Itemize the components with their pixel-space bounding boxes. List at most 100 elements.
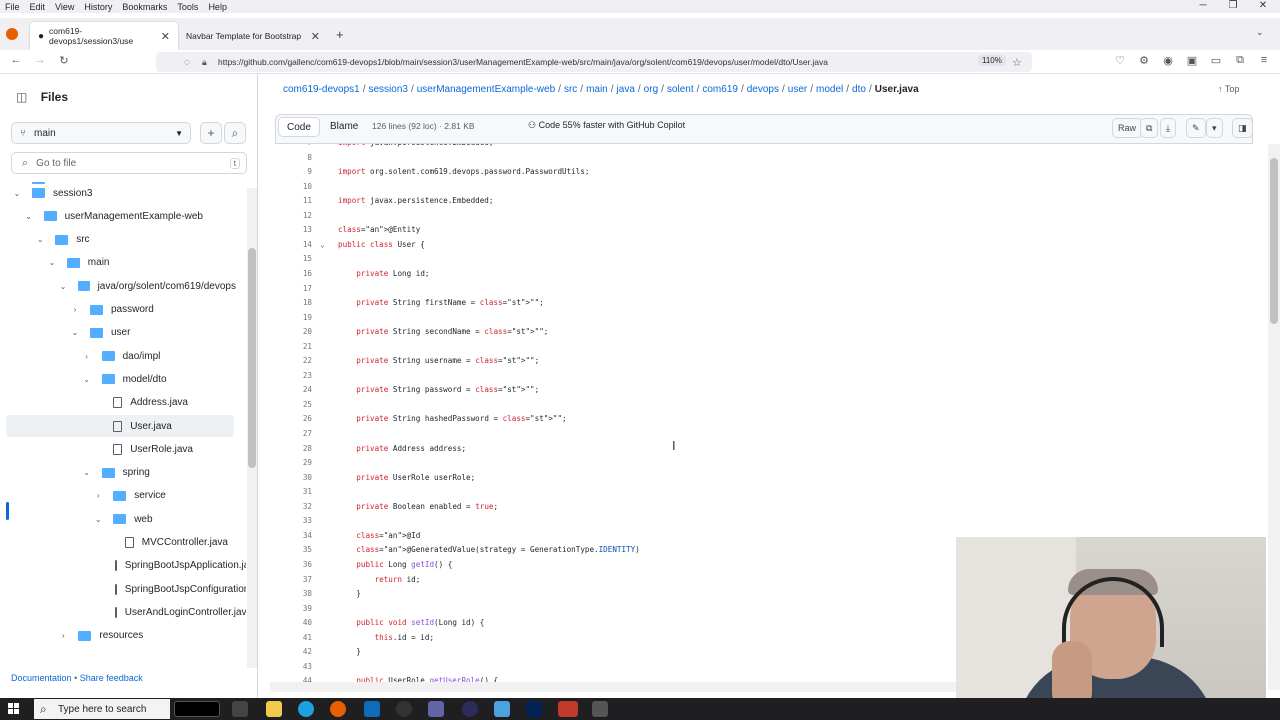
line-number[interactable]: 24 [276, 385, 312, 394]
breadcrumb-link[interactable]: solent [667, 84, 694, 95]
menu-view[interactable]: View [50, 2, 79, 12]
chevron-down-icon[interactable]: ⌄ [12, 189, 22, 198]
line-number[interactable]: 39 [276, 604, 312, 613]
new-tab-icon[interactable]: + [336, 27, 344, 42]
line-number[interactable]: 9 [276, 167, 312, 176]
tab-github[interactable]: ● com619-devops1/session3/use ✕ [30, 22, 178, 50]
tree-folder[interactable]: › service [0, 485, 236, 507]
tree-file[interactable]: UserRole.java [0, 438, 236, 460]
tree-file[interactable]: UserAndLoginController.java [0, 601, 246, 623]
extensions-icon[interactable]: ⧉ [1232, 54, 1248, 67]
breadcrumb-link[interactable]: org [644, 84, 658, 95]
tab-list-icon[interactable]: ⌄ [1256, 27, 1264, 38]
app-icon[interactable] [462, 701, 478, 717]
search-button[interactable]: ⌕ [224, 122, 246, 144]
close-icon[interactable]: ✕ [161, 30, 170, 43]
back-icon[interactable]: ← [8, 54, 24, 66]
zoom-level[interactable]: 110% [978, 55, 1006, 66]
line-number[interactable]: 18 [276, 298, 312, 307]
address-bar[interactable]: ◌ 🔒︎ https://github.com/gallenc/com619-d… [156, 52, 1032, 72]
outlook-icon[interactable] [364, 701, 380, 717]
fold-chevron-icon[interactable]: ⌄ [320, 240, 325, 249]
line-number[interactable]: 43 [276, 662, 312, 671]
menu-file[interactable]: File [0, 2, 25, 12]
breadcrumb-link[interactable]: dto [852, 84, 866, 95]
breadcrumb-link[interactable]: main [586, 84, 608, 95]
tree-file[interactable]: SpringBootJspApplication.java [0, 555, 246, 577]
chevron-down-icon[interactable]: ⌄ [47, 258, 57, 267]
firefox-icon[interactable] [330, 701, 346, 717]
tree-folder[interactable]: ⌄ userManagementExample-web [0, 205, 236, 227]
tree-file[interactable]: SpringBootJspConfiguration.... [0, 578, 246, 600]
line-number[interactable]: 28 [276, 444, 312, 453]
close-icon[interactable]: ✕ [311, 30, 320, 43]
chevron-right-icon[interactable]: › [93, 491, 103, 500]
shield-icon[interactable]: ◌ [184, 57, 190, 68]
breadcrumb-link[interactable]: user [788, 84, 807, 95]
breadcrumb-link[interactable]: com619-devops1 [283, 84, 360, 95]
windows-start-icon[interactable] [8, 703, 20, 715]
forward-icon[interactable]: → [32, 54, 48, 66]
line-number[interactable]: 10 [276, 182, 312, 191]
extension-icon[interactable]: ▣ [1184, 54, 1200, 67]
sidebar-toggle-icon[interactable]: ◫ [16, 90, 27, 104]
app-icon[interactable] [592, 701, 608, 717]
line-number[interactable]: 15 [276, 254, 312, 263]
github-desktop-icon[interactable] [396, 701, 412, 717]
app-icon[interactable] [174, 701, 220, 717]
line-number[interactable]: 12 [276, 211, 312, 220]
line-number[interactable]: 40 [276, 618, 312, 627]
chevron-right-icon[interactable]: › [70, 305, 80, 314]
tree-folder[interactable]: ⌄ user [0, 322, 236, 344]
chevron-down-icon[interactable]: ⌄ [70, 328, 80, 337]
line-number[interactable]: 37 [276, 575, 312, 584]
add-file-button[interactable]: + [200, 122, 222, 144]
tree-folder[interactable]: ⌄ session3 [0, 182, 236, 204]
firefox-icon[interactable] [6, 28, 18, 40]
line-number[interactable]: 26 [276, 414, 312, 423]
line-number[interactable]: 36 [276, 560, 312, 569]
go-to-file-input[interactable]: ⌕ Go to file t [11, 152, 247, 174]
app-icon[interactable] [494, 701, 510, 717]
tree-folder[interactable]: ⌄ java/org/solent/com619/devops [0, 275, 236, 297]
teams-icon[interactable] [428, 701, 444, 717]
tree-folder[interactable]: › dao/impl [0, 345, 236, 367]
line-number[interactable]: 21 [276, 342, 312, 351]
reload-icon[interactable]: ↻ [56, 54, 72, 67]
minimize-icon[interactable]: ─ [1188, 0, 1218, 18]
line-number[interactable]: 13 [276, 225, 312, 234]
edge-icon[interactable] [298, 701, 314, 717]
top-button[interactable]: ↑ Top [1218, 84, 1239, 94]
menu-edit[interactable]: Edit [25, 2, 51, 12]
menu-help[interactable]: Help [203, 2, 232, 12]
taskbar-search[interactable]: ⌕ Type here to search [34, 699, 170, 719]
tree-folder[interactable]: › password [0, 299, 236, 321]
tree-folder[interactable]: ⌄ web [0, 508, 236, 530]
chevron-down-icon[interactable]: ▾ [1206, 118, 1223, 138]
blame-tab[interactable]: Blame [322, 117, 366, 137]
line-number[interactable]: 33 [276, 516, 312, 525]
line-number[interactable]: 17 [276, 284, 312, 293]
line-number[interactable]: 31 [276, 487, 312, 496]
line-number[interactable]: 7 [276, 144, 312, 147]
chevron-right-icon[interactable]: › [58, 631, 68, 640]
extension-icon[interactable]: ⚙ [1136, 54, 1152, 67]
download-icon[interactable]: ⤓ [1160, 118, 1176, 138]
tree-folder[interactable]: ⌄ model/dto [0, 368, 236, 390]
line-number[interactable]: 16 [276, 269, 312, 278]
line-number[interactable]: 34 [276, 531, 312, 540]
tree-file[interactable]: User.java [6, 415, 234, 437]
breadcrumb-link[interactable]: userManagementExample-web [417, 84, 555, 95]
menu-bookmarks[interactable]: Bookmarks [117, 2, 172, 12]
chevron-down-icon[interactable]: ⌄ [35, 235, 45, 244]
line-number[interactable]: 8 [276, 153, 312, 162]
edit-icon[interactable]: ✎ [1186, 118, 1206, 138]
bookmark-star-icon[interactable]: ☆ [1012, 56, 1022, 69]
line-number[interactable]: 30 [276, 473, 312, 482]
line-number[interactable]: 38 [276, 589, 312, 598]
symbols-panel-icon[interactable]: ◨ [1232, 118, 1253, 138]
code-tab[interactable]: Code [278, 117, 320, 137]
line-number[interactable]: 22 [276, 356, 312, 365]
chevron-down-icon[interactable]: ⌄ [24, 212, 34, 221]
pocket-icon[interactable]: ♡ [1112, 54, 1128, 67]
